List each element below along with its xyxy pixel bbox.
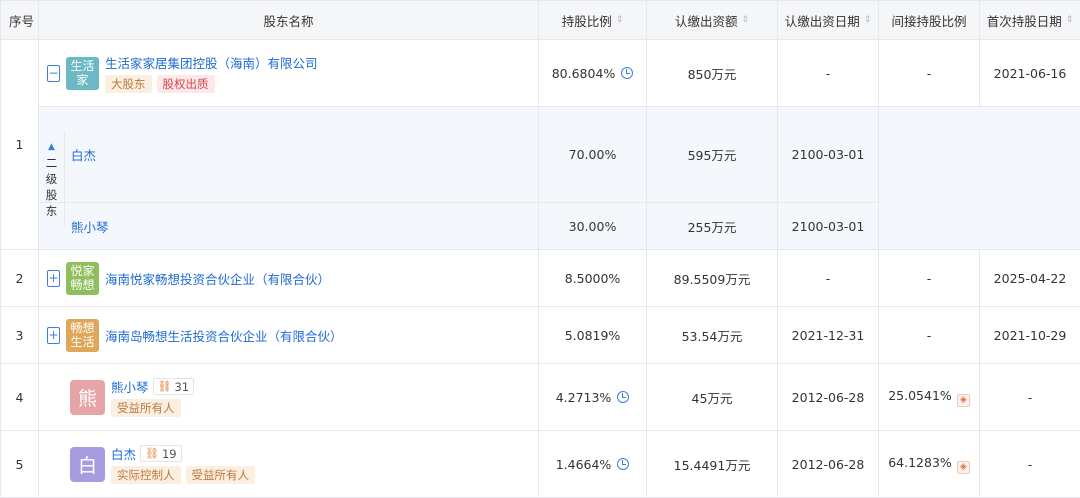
first-hold-date-cell: 2025-04-22: [980, 250, 1080, 307]
pie-chart-icon[interactable]: [621, 67, 633, 79]
shareholder-name-link[interactable]: 熊小琴: [111, 377, 149, 396]
subscribed-date-cell: 2021-12-31: [778, 307, 879, 364]
actual-controller-tag: 实际控制人: [111, 466, 181, 484]
share-ratio-cell: 80.6804%: [539, 40, 647, 107]
equity-path-icon[interactable]: ◈: [957, 394, 970, 407]
subscribed-date-cell: 2100-03-01: [778, 203, 879, 250]
indirect-ratio-cell: -: [879, 250, 980, 307]
subscribed-amount-cell: 15.4491万元: [647, 431, 778, 498]
related-companies-badge[interactable]: ⛓19: [140, 445, 182, 462]
table-row: 3 + 畅想生活 海南岛畅想生活投资合伙企业（有限合伙） 5.0819% 53.…: [1, 307, 1080, 364]
shareholder-name-link[interactable]: 生活家家居集团控股（海南）有限公司: [105, 53, 318, 72]
shareholder-cell: + 悦家畅想 海南悦家畅想投资合伙企业（有限合伙）: [39, 250, 539, 307]
relation-icon: ⛓: [158, 380, 172, 393]
level-label: ▲ 二 级 股 东: [39, 131, 65, 226]
sub-shareholder-row: ▲ 二 级 股 东 白杰 70.00% 595万元 2100-03-01: [1, 107, 1080, 203]
col-header-first-hold-date[interactable]: 首次持股日期⇕: [980, 1, 1080, 40]
shareholder-name-link[interactable]: 海南岛畅想生活投资合伙企业（有限合伙）: [105, 326, 343, 345]
col-header-subscribed-date[interactable]: 认缴出资日期⇕: [778, 1, 879, 40]
pie-chart-icon[interactable]: [617, 391, 629, 403]
first-hold-date-cell: 2021-06-16: [980, 40, 1080, 107]
first-hold-date-cell: -: [980, 431, 1080, 498]
table-row: 2 + 悦家畅想 海南悦家畅想投资合伙企业（有限合伙） 8.5000% 89.5…: [1, 250, 1080, 307]
sort-icon[interactable]: ⇕: [741, 16, 749, 25]
indirect-ratio-cell: -: [879, 307, 980, 364]
shareholder-cell: + 畅想生活 海南岛畅想生活投资合伙企业（有限合伙）: [39, 307, 539, 364]
collapse-toggle-button[interactable]: −: [47, 65, 60, 82]
table-header-row: 序号 股东名称 持股比例⇕ 认缴出资额⇕ 认缴出资日期⇕ 间接持股比例 首次持股…: [1, 1, 1080, 40]
indirect-ratio-cell: -: [879, 40, 980, 107]
col-header-subscribed-amount[interactable]: 认缴出资额⇕: [647, 1, 778, 40]
share-ratio-cell: 5.0819%: [539, 307, 647, 364]
share-ratio-cell: 70.00%: [539, 107, 647, 203]
subscribed-date-cell: -: [778, 40, 879, 107]
share-ratio-cell: 30.00%: [539, 203, 647, 250]
sub-shareholder-cell: ▲ 二 级 股 东 白杰: [39, 107, 539, 203]
row-index: 2: [1, 250, 39, 307]
row-index: 5: [1, 431, 39, 498]
company-logo: 悦家畅想: [66, 262, 99, 295]
equity-path-icon[interactable]: ◈: [957, 461, 970, 474]
indirect-ratio-cell: 25.0541%◈: [879, 364, 980, 431]
subscribed-amount-cell: 255万元: [647, 203, 778, 250]
major-shareholder-tag: 大股东: [105, 75, 152, 93]
shareholder-cell: 熊 熊小琴 ⛓31 受益所有人: [39, 364, 539, 431]
indirect-ratio-cell: 64.1283%◈: [879, 431, 980, 498]
beneficial-owner-tag: 受益所有人: [111, 399, 181, 417]
row-index: 3: [1, 307, 39, 364]
share-ratio-cell: 4.2713%: [539, 364, 647, 431]
first-hold-date-cell: 2021-10-29: [980, 307, 1080, 364]
relation-icon: ⛓: [145, 447, 159, 460]
equity-pledge-tag[interactable]: 股权出质: [157, 75, 215, 93]
expand-toggle-button[interactable]: +: [47, 270, 60, 287]
sub-shareholder-name-link[interactable]: 熊小琴: [71, 220, 109, 235]
col-header-share-ratio[interactable]: 持股比例⇕: [539, 1, 647, 40]
empty-cell: [879, 107, 1080, 250]
col-header-index: 序号: [1, 1, 39, 40]
related-companies-badge[interactable]: ⛓31: [153, 378, 195, 395]
company-logo: 畅想生活: [66, 319, 99, 352]
person-avatar: 熊: [70, 380, 105, 415]
subscribed-amount-cell: 595万元: [647, 107, 778, 203]
shareholder-name-link[interactable]: 海南悦家畅想投资合伙企业（有限合伙）: [105, 269, 330, 288]
shareholder-table: 序号 股东名称 持股比例⇕ 认缴出资额⇕ 认缴出资日期⇕ 间接持股比例 首次持股…: [0, 0, 1080, 498]
subscribed-date-cell: 2012-06-28: [778, 431, 879, 498]
shareholder-cell: − 生活家 生活家家居集团控股（海南）有限公司 大股东 股权出质: [39, 40, 539, 107]
col-header-indirect-ratio: 间接持股比例: [879, 1, 980, 40]
expand-toggle-button[interactable]: +: [47, 327, 60, 344]
sort-icon[interactable]: ⇕: [864, 16, 872, 25]
shareholder-cell: 白 白杰 ⛓19 实际控制人 受益所有人: [39, 431, 539, 498]
col-header-name: 股东名称: [39, 1, 539, 40]
sort-icon[interactable]: ⇕: [616, 16, 624, 25]
sub-shareholder-cell: 熊小琴: [39, 203, 539, 250]
row-index: 4: [1, 364, 39, 431]
share-ratio-cell: 1.4664%: [539, 431, 647, 498]
subscribed-amount-cell: 45万元: [647, 364, 778, 431]
pie-chart-icon[interactable]: [617, 458, 629, 470]
subscribed-date-cell: -: [778, 250, 879, 307]
shareholder-name-link[interactable]: 白杰: [111, 444, 136, 463]
collapse-arrow-icon[interactable]: ▲: [39, 139, 64, 155]
table-row: 4 熊 熊小琴 ⛓31 受益所有人 4.2713% 45万元: [1, 364, 1080, 431]
sort-icon[interactable]: ⇕: [1066, 16, 1074, 25]
beneficial-owner-tag: 受益所有人: [186, 466, 256, 484]
subscribed-amount-cell: 850万元: [647, 40, 778, 107]
subscribed-amount-cell: 53.54万元: [647, 307, 778, 364]
row-index: 1: [1, 40, 39, 250]
subscribed-amount-cell: 89.5509万元: [647, 250, 778, 307]
person-avatar: 白: [70, 447, 105, 482]
company-logo: 生活家: [66, 57, 99, 90]
table-row: 1 − 生活家 生活家家居集团控股（海南）有限公司 大股东 股权出质 80.68…: [1, 40, 1080, 107]
subscribed-date-cell: 2012-06-28: [778, 364, 879, 431]
subscribed-date-cell: 2100-03-01: [778, 107, 879, 203]
first-hold-date-cell: -: [980, 364, 1080, 431]
sub-shareholder-name-link[interactable]: 白杰: [71, 145, 96, 164]
table-row: 5 白 白杰 ⛓19 实际控制人 受益所有人: [1, 431, 1080, 498]
share-ratio-cell: 8.5000%: [539, 250, 647, 307]
